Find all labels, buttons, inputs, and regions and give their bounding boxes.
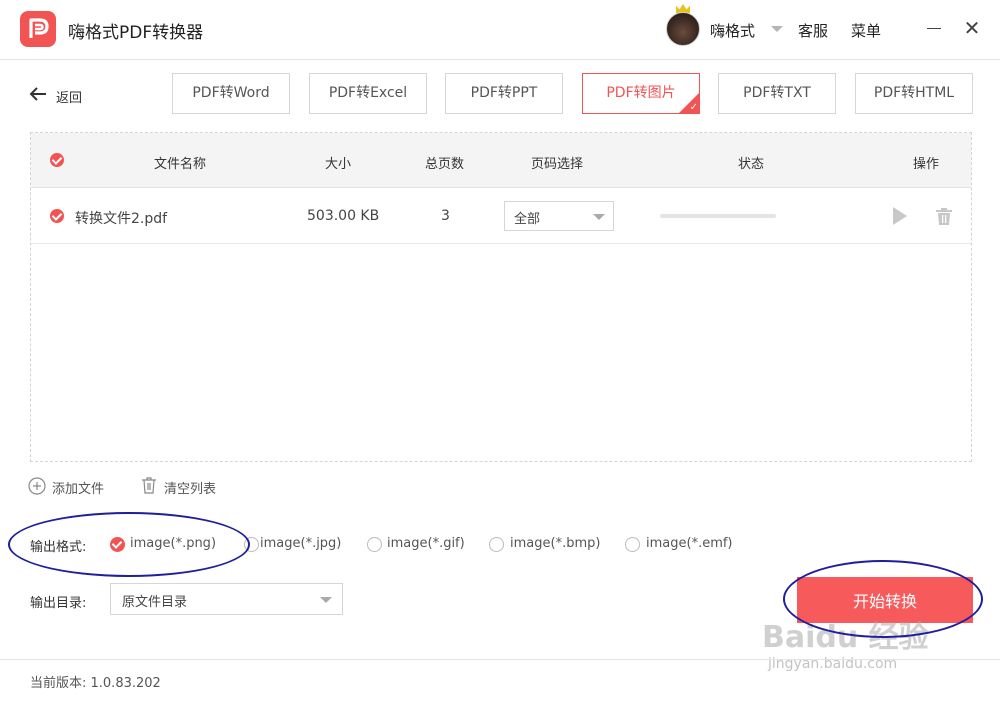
tab-label: PDF转Excel xyxy=(328,85,408,101)
select-all-checkbox[interactable] xyxy=(50,153,64,167)
add-circle-icon[interactable] xyxy=(28,477,46,495)
minimize-icon[interactable] xyxy=(927,28,941,29)
column-header-actions: 操作 xyxy=(913,157,940,172)
annotation-ellipse-start xyxy=(783,560,983,638)
tab-pdf-to-excel[interactable]: PDF转Excel xyxy=(309,73,427,114)
menu-button[interactable]: 菜单 xyxy=(851,20,881,41)
row-checkbox[interactable] xyxy=(50,209,64,223)
radio-emf[interactable] xyxy=(625,537,640,552)
checkmark-icon: ✓ xyxy=(678,92,700,114)
row-divider xyxy=(31,243,971,244)
back-arrow-icon[interactable] xyxy=(28,84,48,104)
radio-label-gif[interactable]: image(*.gif) xyxy=(387,536,465,551)
tab-pdf-to-image[interactable]: PDF转图片 ✓ xyxy=(582,73,700,114)
chevron-down-icon xyxy=(593,214,605,220)
column-header-page-selection: 页码选择 xyxy=(531,157,584,172)
column-header-pages: 总页数 xyxy=(425,157,465,172)
file-size: 503.00 KB xyxy=(307,208,380,224)
tab-pdf-to-html[interactable]: PDF转HTML xyxy=(855,73,973,114)
tab-pdf-to-word[interactable]: PDF转Word xyxy=(172,73,290,114)
app-logo xyxy=(20,11,56,47)
chevron-down-icon[interactable] xyxy=(771,26,783,32)
clear-list-button[interactable]: 清空列表 xyxy=(164,478,216,497)
conversion-progress-bar xyxy=(660,214,776,218)
add-file-button[interactable]: 添加文件 xyxy=(52,478,104,497)
radio-gif[interactable] xyxy=(367,537,382,552)
username[interactable]: 嗨格式 xyxy=(710,20,755,41)
output-dir-dropdown[interactable]: 原文件目录 xyxy=(110,583,343,615)
output-dir-value: 原文件目录 xyxy=(122,595,188,610)
tab-label: PDF转PPT xyxy=(470,85,538,101)
file-table: 文件名称 大小 总页数 页码选择 状态 操作 转换文件2.pdf 503.00 … xyxy=(30,132,972,462)
tab-pdf-to-ppt[interactable]: PDF转PPT xyxy=(445,73,563,114)
radio-label-emf[interactable]: image(*.emf) xyxy=(646,536,733,551)
app-title: 嗨格式PDF转换器 xyxy=(68,23,204,43)
radio-label-jpg[interactable]: image(*.jpg) xyxy=(260,536,341,551)
chevron-down-icon xyxy=(320,597,332,603)
column-header-filename: 文件名称 xyxy=(154,157,207,172)
table-header: 文件名称 大小 总页数 页码选择 状态 操作 xyxy=(31,133,971,188)
output-dir-label: 输出目录: xyxy=(30,596,87,611)
play-icon[interactable] xyxy=(893,207,907,225)
tab-label: PDF转TXT xyxy=(743,85,811,101)
column-header-size: 大小 xyxy=(325,157,352,172)
tab-label: PDF转Word xyxy=(192,85,270,101)
page-count: 3 xyxy=(441,208,450,224)
column-header-status: 状态 xyxy=(738,157,765,172)
trash-icon[interactable] xyxy=(140,476,158,494)
version-text: 当前版本: 1.0.83.202 xyxy=(30,676,161,691)
page-selection-value: 全部 xyxy=(514,212,541,227)
delete-icon[interactable] xyxy=(935,208,953,225)
close-icon[interactable]: ✕ xyxy=(962,18,982,38)
annotation-ellipse-format xyxy=(8,512,250,577)
tab-pdf-to-txt[interactable]: PDF转TXT xyxy=(718,73,836,114)
tab-label: PDF转HTML xyxy=(873,85,955,101)
service-button[interactable]: 客服 xyxy=(798,20,828,41)
tab-label: PDF转图片 xyxy=(606,85,676,101)
radio-label-bmp[interactable]: image(*.bmp) xyxy=(510,536,600,551)
back-button[interactable]: 返回 xyxy=(56,87,82,106)
page-selection-dropdown[interactable]: 全部 xyxy=(504,201,614,231)
file-name: 转换文件2.pdf xyxy=(75,211,168,227)
avatar[interactable] xyxy=(666,12,700,46)
radio-bmp[interactable] xyxy=(489,537,504,552)
